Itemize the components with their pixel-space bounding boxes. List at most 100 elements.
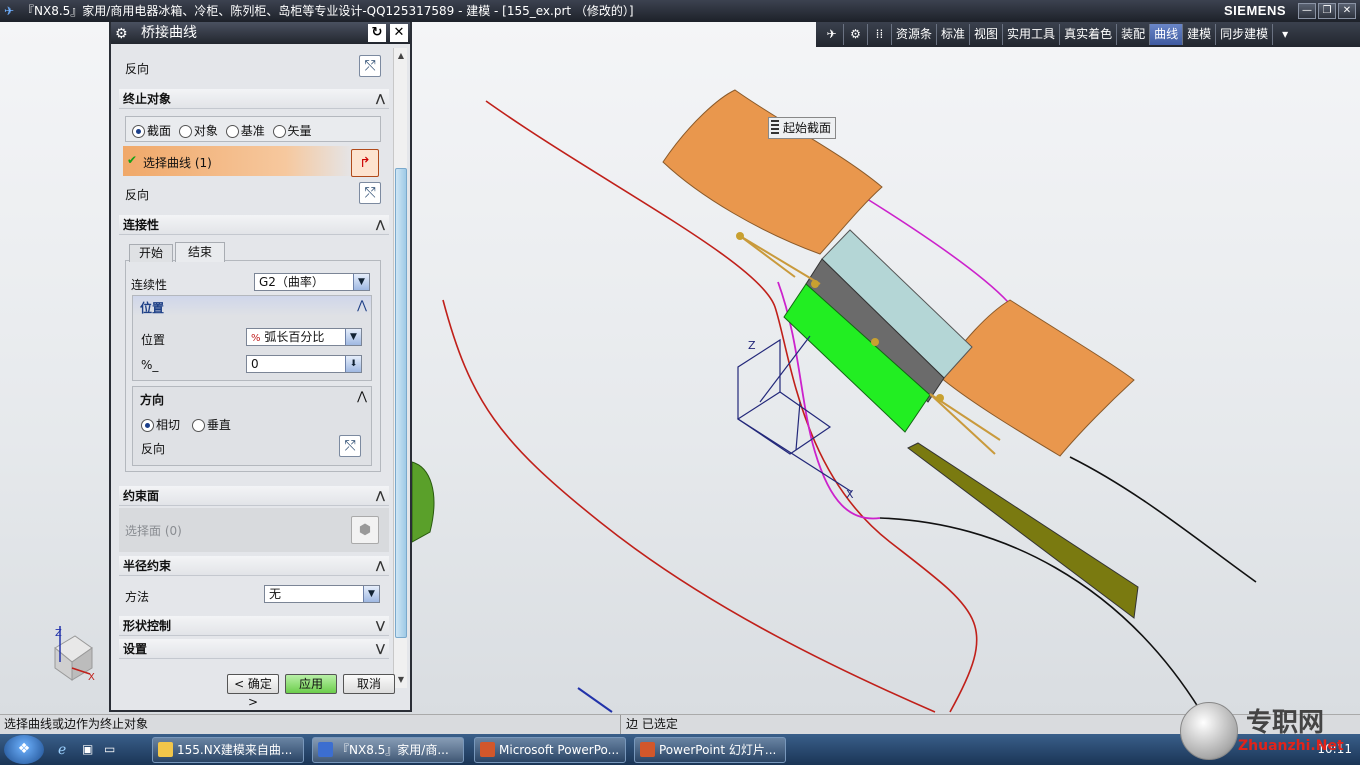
tab-true-shading[interactable]: 真实着色 xyxy=(1060,24,1118,45)
method-select[interactable]: 无 ▼ xyxy=(264,585,380,603)
radio-object[interactable]: 对象 xyxy=(178,124,218,138)
tab-resource-bar[interactable]: 资源条 xyxy=(892,24,938,45)
tab-curve[interactable]: 曲线 xyxy=(1150,24,1184,45)
windows-taskbar: ❖ ℯ ▣ ▭ 155.NX建模来自曲... 『NX8.5』家用/商... Mi… xyxy=(0,734,1360,765)
section-settings[interactable]: 设置 ⋁ xyxy=(119,639,389,659)
section-shape-control[interactable]: 形状控制 ⋁ xyxy=(119,616,389,636)
tab-view[interactable]: 视图 xyxy=(970,24,1004,45)
siemens-brand: SIEMENS xyxy=(1223,3,1286,18)
collapse-icon[interactable]: ⋀ xyxy=(376,486,385,506)
tab-start[interactable]: 开始 xyxy=(129,244,173,262)
reverse-top-label: 反向 xyxy=(125,62,150,76)
show-desktop-icon[interactable]: ▭ xyxy=(104,742,115,756)
radio-vector[interactable]: 矢量 xyxy=(272,124,312,138)
task-powerpoint[interactable]: Microsoft PowerPo... xyxy=(474,737,626,763)
nx-logo-icon: ✈ xyxy=(4,4,15,18)
restore-button[interactable]: ❐ xyxy=(1318,3,1336,19)
tab-utilities[interactable]: 实用工具 xyxy=(1003,24,1061,45)
task-folder[interactable]: 155.NX建模来自曲... xyxy=(152,737,304,763)
reverse-end-button[interactable]: ⤲ xyxy=(359,182,381,204)
continuity-label: 连续性 xyxy=(131,278,168,292)
reverse-top-button[interactable]: ⤲ xyxy=(359,55,381,77)
check-icon: ✔ xyxy=(127,153,138,167)
cancel-button[interactable]: 取消 xyxy=(343,674,395,694)
expand-icon[interactable]: ⋁ xyxy=(376,616,385,636)
tab-modeling[interactable]: 建模 xyxy=(1183,24,1217,45)
chevron-down-icon: ▼ xyxy=(353,274,369,290)
ie-icon[interactable]: ℯ xyxy=(58,742,66,758)
select-face-icon[interactable]: ⬢ xyxy=(351,516,379,544)
quicklaunch-icon[interactable]: ▣ xyxy=(82,742,93,756)
close-button[interactable]: ✕ xyxy=(1338,3,1356,19)
tab-sync-modeling[interactable]: 同步建模 xyxy=(1216,24,1274,45)
direction-group-header: 方向 xyxy=(140,393,165,407)
select-face-row[interactable]: 选择面 (0) ⬢ xyxy=(119,508,389,552)
section-constraint-face[interactable]: 约束面 ⋀ xyxy=(119,486,389,506)
watermark-cn: 专职网 xyxy=(1246,708,1325,738)
collapse-icon[interactable]: ⋀ xyxy=(376,556,385,576)
arrow-down-icon: ⬇ xyxy=(345,356,361,372)
scroll-thumb[interactable] xyxy=(395,168,407,638)
radius-header: 半径约束 xyxy=(123,559,172,573)
expand-icon[interactable]: ⋁ xyxy=(376,639,385,659)
window-title: 『NX8.5』家用/商用电器冰箱、冷柜、陈列柜、岛柜等专业设计-QQ125317… xyxy=(22,4,634,18)
tab-assembly[interactable]: 装配 xyxy=(1117,24,1151,45)
status-prompt: 选择曲线或边作为终止对象 xyxy=(4,717,149,731)
radio-normal[interactable]: 垂直 xyxy=(191,418,231,432)
reset-icon[interactable]: ↻ xyxy=(368,24,386,42)
tab-end[interactable]: 结束 xyxy=(175,242,225,262)
select-curve-row[interactable]: ✔ 选择曲线 (1) xyxy=(123,146,355,176)
gear-icon[interactable]: ⚙ xyxy=(844,24,868,45)
dialog-scrollbar[interactable]: ▲ ▼ xyxy=(393,48,407,688)
radio-tangent[interactable]: 相切 xyxy=(141,418,180,432)
watermark-url: Zhuanzhi.Net xyxy=(1238,738,1344,754)
window-titlebar: ✈ 『NX8.5』家用/商用电器冰箱、冷柜、陈列柜、岛柜等专业设计-QQ1253… xyxy=(0,0,1360,22)
ok-button[interactable]: < 确定 > xyxy=(227,674,279,709)
collapse-icon[interactable]: ⋀ xyxy=(357,298,367,312)
select-curve-icon[interactable]: ↱ xyxy=(351,149,379,177)
end-object-type-group: 截面 对象 基准 矢量 xyxy=(125,116,381,142)
orange-surface-bottom xyxy=(939,299,1135,457)
scroll-up-icon[interactable]: ▲ xyxy=(395,50,407,62)
connectivity-header: 连接性 xyxy=(123,218,160,232)
minimize-button[interactable]: — xyxy=(1298,3,1316,19)
ribbon-toolbar: ✈ ⚙ ⁞⁞ 资源条 标准 视图 实用工具 真实着色 装配 曲线 建模 同步建模… xyxy=(816,22,1360,47)
scroll-down-icon[interactable]: ▼ xyxy=(395,674,407,686)
nx-menu-icon[interactable]: ✈ xyxy=(820,24,844,45)
dialog-titlebar: ⚙ 桥接曲线 ↻ ✕ xyxy=(111,22,410,44)
triad-x-label: X xyxy=(88,672,95,683)
apply-button[interactable]: 应用 xyxy=(285,674,337,694)
direction-reverse-button[interactable]: ⤲ xyxy=(339,435,361,457)
chevron-down-icon: ▼ xyxy=(363,586,379,602)
task-slideshow[interactable]: PowerPoint 幻灯片... xyxy=(634,737,786,763)
collapse-icon[interactable]: ⋀ xyxy=(376,215,385,235)
toolbar-menu-icon[interactable]: ▾ xyxy=(1273,24,1297,45)
collapse-icon[interactable]: ⋀ xyxy=(357,389,367,403)
position-select[interactable]: % 弧长百分比 ▼ xyxy=(246,328,362,346)
position-group: 位置 ⋀ 位置 % 弧长百分比 ▼ %_ 0 ⬇ xyxy=(132,295,372,381)
method-label: 方法 xyxy=(125,590,150,604)
section-radius[interactable]: 半径约束 ⋀ xyxy=(119,556,389,576)
dialog-close-icon[interactable]: ✕ xyxy=(390,24,408,42)
radio-datum[interactable]: 基准 xyxy=(225,124,265,138)
section-connectivity[interactable]: 连接性 ⋀ xyxy=(119,215,389,235)
axis-z-label: Z xyxy=(748,339,756,352)
grid-icon[interactable]: ⁞⁞ xyxy=(868,24,892,45)
axis-x-label: X xyxy=(846,488,854,501)
collapse-icon[interactable]: ⋀ xyxy=(376,89,385,109)
start-button[interactable]: ❖ xyxy=(4,735,44,764)
status-bar: 选择曲线或边作为终止对象 边 已选定 xyxy=(0,714,1360,734)
watermark: 专职网 Zhuanzhi.Net xyxy=(1180,700,1360,765)
chevron-down-icon: ▼ xyxy=(345,329,361,345)
triad-z-label: Z xyxy=(55,628,62,639)
continuity-select[interactable]: G2（曲率） ▼ xyxy=(254,273,370,291)
radio-section[interactable]: 截面 xyxy=(132,124,171,138)
percent-input[interactable]: 0 ⬇ xyxy=(246,355,362,373)
tab-standard[interactable]: 标准 xyxy=(937,24,971,45)
section-end-object[interactable]: 终止对象 ⋀ xyxy=(119,89,389,109)
direction-reverse-label: 反向 xyxy=(141,442,166,456)
reverse-end-label: 反向 xyxy=(125,188,150,202)
task-nx[interactable]: 『NX8.5』家用/商... xyxy=(312,737,464,763)
constraint-face-header: 约束面 xyxy=(123,489,160,503)
dialog-gear-icon[interactable]: ⚙ xyxy=(115,23,128,45)
